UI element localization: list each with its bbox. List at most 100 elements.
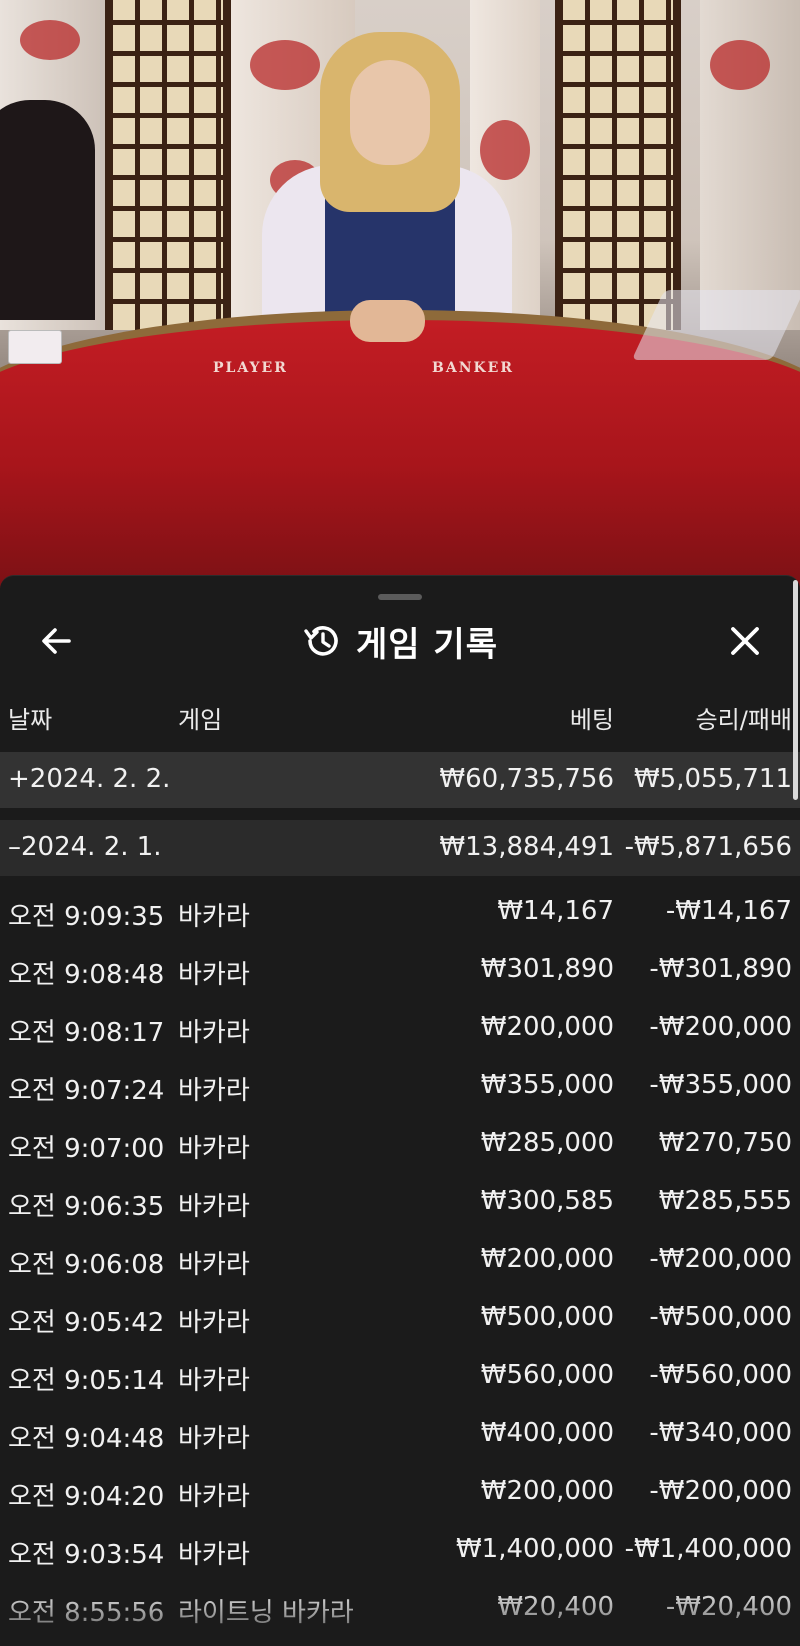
transaction-game: 바카라 [178,1018,250,1048]
transaction-bet: ₩200,000 [480,1012,614,1042]
transaction-bet: ₩400,000 [480,1418,614,1448]
felt-label-banker: BANKER [432,360,514,376]
transaction-game: 바카라 [178,1076,250,1106]
transaction-result: -₩500,000 [649,1302,792,1332]
day-group-result: ₩5,055,711 [633,764,792,794]
history-list: +2024. 2. 2. ₩60,735,756 ₩5,055,711 –202… [0,752,800,1638]
transaction-bet: ₩500,000 [480,1302,614,1332]
transaction-game: 라이트닝 바카라 [178,1598,354,1628]
transaction-game: 바카라 [178,1134,250,1164]
column-header-bet: 베팅 [569,706,614,734]
transaction-result: -₩200,000 [649,1476,792,1506]
transaction-row[interactable]: 오전 9:07:24 바카라 ₩355,000 -₩355,000 [0,1058,800,1116]
transaction-result: ₩285,555 [658,1186,792,1216]
day-group-bet: ₩60,735,756 [439,764,614,794]
close-button[interactable] [722,618,768,664]
close-icon [731,627,759,655]
transaction-game: 바카라 [178,902,250,932]
transaction-result: -₩560,000 [649,1360,792,1390]
drag-handle[interactable] [378,594,422,600]
transaction-row[interactable]: 오전 9:05:14 바카라 ₩560,000 -₩560,000 [0,1348,800,1406]
blossom-decoration [710,40,770,90]
transaction-row[interactable]: 오전 9:05:42 바카라 ₩500,000 -₩500,000 [0,1290,800,1348]
collapse-toggle-icon: – [8,832,21,862]
transaction-result: -₩20,400 [665,1592,792,1622]
day-group-row[interactable]: +2024. 2. 2. ₩60,735,756 ₩5,055,711 [0,752,800,808]
transaction-game: 바카라 [178,960,250,990]
transaction-row[interactable]: 오전 9:06:08 바카라 ₩200,000 -₩200,000 [0,1232,800,1290]
transaction-result: -₩1,400,000 [624,1534,792,1564]
transaction-time: 오전 9:07:00 [8,1134,165,1164]
transaction-result: -₩200,000 [649,1012,792,1042]
dealer-hands [350,300,425,342]
sheet-header: 게임 기록 [0,606,800,676]
transaction-result: -₩301,890 [649,954,792,984]
sheet-title-wrap: 게임 기록 [0,616,800,666]
transaction-row[interactable]: 오전 9:08:17 바카라 ₩200,000 -₩200,000 [0,1000,800,1058]
blossom-decoration [20,20,80,60]
transaction-time: 오전 9:08:17 [8,1018,165,1048]
card-stack [8,330,62,364]
transaction-row[interactable]: 오전 9:03:54 바카라 ₩1,400,000 -₩1,400,000 [0,1522,800,1580]
lattice-screen [555,0,681,330]
transaction-game: 바카라 [178,1424,250,1454]
transaction-time: 오전 9:07:24 [8,1076,165,1106]
transaction-game: 바카라 [178,1192,250,1222]
column-header-result: 승리/패배 [695,706,792,734]
transaction-bet: ₩20,400 [497,1592,614,1622]
transaction-bet: ₩200,000 [480,1476,614,1506]
transaction-row[interactable]: 오전 9:08:48 바카라 ₩301,890 -₩301,890 [0,942,800,1000]
game-history-sheet: 게임 기록 날짜 게임 베팅 승리/패배 +2024. 2. 2. ₩60,73… [0,575,800,1646]
transaction-game: 바카라 [178,1540,250,1570]
column-header-date: 날짜 [8,706,53,734]
transaction-game: 바카라 [178,1308,250,1338]
table-header: 날짜 게임 베팅 승리/패배 [0,694,800,734]
blossom-decoration [480,120,530,180]
page-scrollbar[interactable] [793,580,798,800]
transaction-game: 바카라 [178,1482,250,1512]
transaction-row[interactable]: 오전 8:55:56 라이트닝 바카라 ₩20,400 -₩20,400 [0,1580,800,1638]
transaction-game: 바카라 [178,1250,250,1280]
transaction-time: 오전 9:06:35 [8,1192,165,1222]
transaction-bet: ₩301,890 [480,954,614,984]
transaction-row[interactable]: 오전 9:04:20 바카라 ₩200,000 -₩200,000 [0,1464,800,1522]
transaction-row[interactable]: 오전 9:09:35 바카라 ₩14,167 -₩14,167 [0,884,800,942]
transaction-row[interactable]: 오전 9:07:00 바카라 ₩285,000 ₩270,750 [0,1116,800,1174]
transaction-bet: ₩355,000 [480,1070,614,1100]
transaction-time: 오전 9:04:48 [8,1424,165,1454]
day-group-row[interactable]: –2024. 2. 1. ₩13,884,491 -₩5,871,656 [0,820,800,876]
transaction-bet: ₩300,585 [480,1186,614,1216]
expand-toggle-icon: + [8,764,30,794]
transaction-game: 바카라 [178,1366,250,1396]
transaction-time: 오전 9:09:35 [8,902,165,932]
day-group-date: –2024. 2. 1. [8,832,162,862]
side-person [0,100,95,320]
felt-label-player: PLAYER [213,360,288,376]
transaction-result: ₩270,750 [658,1128,792,1158]
sheet-title: 게임 기록 [356,624,498,665]
transaction-time: 오전 9:03:54 [8,1540,165,1570]
transaction-row[interactable]: 오전 9:04:48 바카라 ₩400,000 -₩340,000 [0,1406,800,1464]
blossom-decoration [250,40,320,90]
transaction-time: 오전 9:04:20 [8,1482,165,1512]
transaction-list: 오전 9:09:35 바카라 ₩14,167 -₩14,167 오전 9:08:48 바카… [0,884,800,1638]
transaction-bet: ₩14,167 [497,896,614,926]
transaction-bet: ₩560,000 [480,1360,614,1390]
transaction-result: -₩14,167 [665,896,792,926]
transaction-bet: ₩285,000 [480,1128,614,1158]
transaction-result: -₩340,000 [649,1418,792,1448]
transaction-time: 오전 9:05:42 [8,1308,165,1338]
transaction-result: -₩355,000 [649,1070,792,1100]
transaction-time: 오전 9:08:48 [8,960,165,990]
day-group-date: +2024. 2. 2. [8,764,171,794]
dealer-face [350,60,430,165]
day-group-result: -₩5,871,656 [624,832,792,862]
transaction-row[interactable]: 오전 9:06:35 바카라 ₩300,585 ₩285,555 [0,1174,800,1232]
transaction-time: 오전 8:55:56 [8,1598,165,1628]
day-group-bet: ₩13,884,491 [439,832,614,862]
history-icon [304,626,338,656]
lattice-screen [105,0,231,330]
transaction-bet: ₩200,000 [480,1244,614,1274]
transaction-bet: ₩1,400,000 [455,1534,614,1564]
column-header-game: 게임 [178,706,223,734]
